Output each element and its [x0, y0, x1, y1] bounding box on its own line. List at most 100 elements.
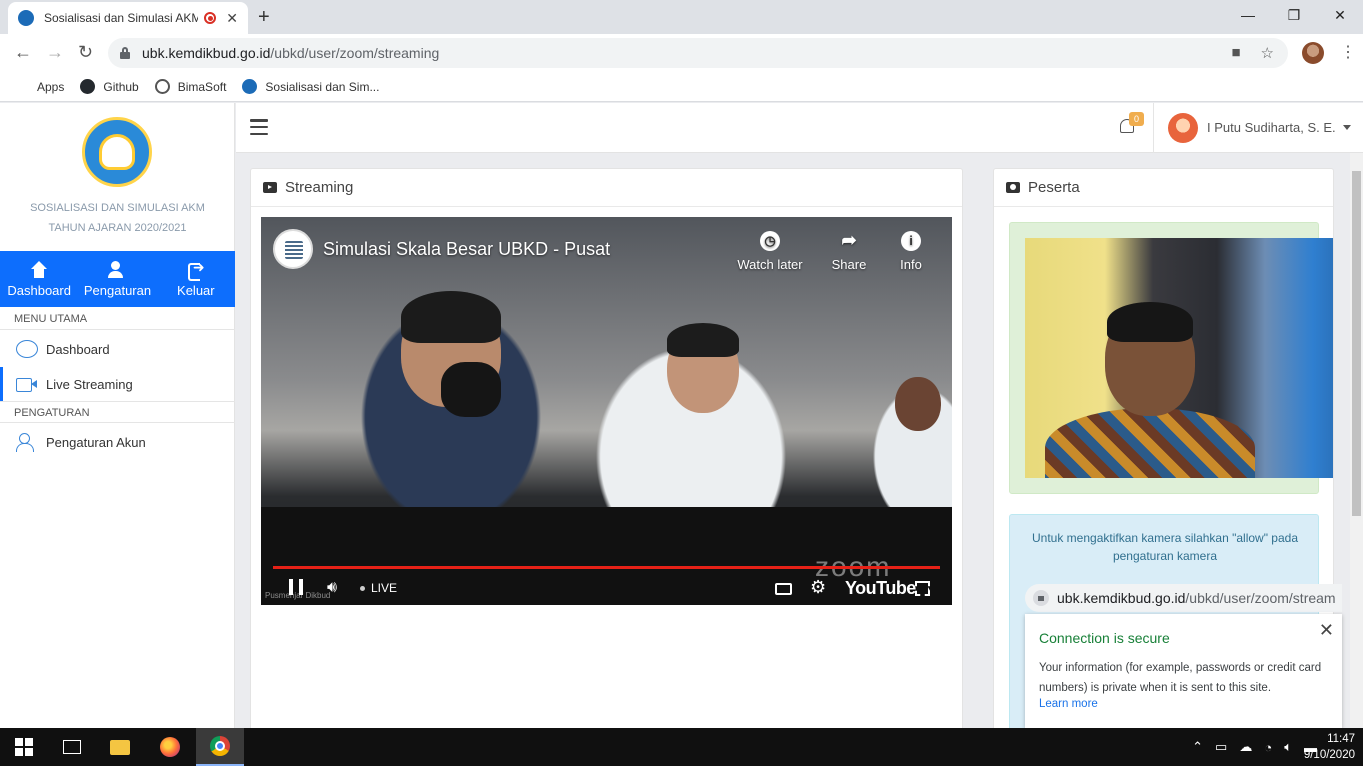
bookmark-apps[interactable]: Apps — [14, 79, 64, 94]
browser-menu-icon[interactable]: ⋮ — [1340, 42, 1356, 62]
chevron-up-icon[interactable]: ⌃ — [1192, 739, 1203, 755]
onedrive-icon[interactable]: ☁ — [1239, 739, 1252, 755]
chevron-down-icon[interactable] — [1343, 125, 1351, 130]
watch-later-button[interactable]: ◷ Watch later — [735, 231, 805, 272]
peserta-card-header: Peserta — [994, 169, 1333, 207]
menu-label: Dashboard — [7, 282, 71, 298]
webcam-video — [1025, 238, 1333, 478]
speaker-icon[interactable]: 🔈︎ — [1284, 739, 1292, 755]
popup-url-host: ubk.kemdikbud.go.id — [1057, 590, 1186, 606]
new-tab-button[interactable]: + — [258, 6, 270, 29]
page-scrollbar[interactable] — [1350, 153, 1363, 728]
video-title[interactable]: Simulasi Skala Besar UBKD - Pusat — [323, 239, 610, 260]
close-window-button[interactable]: ✕ — [1317, 0, 1363, 30]
start-button[interactable] — [0, 728, 48, 766]
browser-tab[interactable]: Sosialisasi dan Simulasi AKM ✕ — [8, 2, 248, 34]
bookmark-sosialisasi[interactable]: Sosialisasi dan Sim... — [242, 79, 379, 94]
section-menu-utama: MENU UTAMA — [0, 308, 235, 330]
kemdikbud-icon — [242, 79, 258, 94]
learn-more-link[interactable]: Learn more — [1039, 698, 1328, 710]
camera-permission-text: Untuk mengaktifkan kamera silahkan "allo… — [1032, 531, 1298, 563]
menu-dashboard-button[interactable]: Dashboard — [0, 251, 78, 307]
lock-icon[interactable] — [120, 47, 130, 59]
url-path: /ubkd/user/zoom/streaming — [270, 45, 440, 61]
bookmark-github[interactable]: Github — [80, 79, 139, 94]
address-bar-row: ← → ↻ ubk.kemdikbud.go.id/ubkd/user/zoom… — [0, 34, 1363, 72]
url-text[interactable]: ubk.kemdikbud.go.id/ubkd/user/zoom/strea… — [142, 45, 439, 61]
fullscreen-icon[interactable] — [915, 581, 930, 596]
profile-avatar[interactable] — [1302, 42, 1324, 64]
windows-logo-icon — [15, 738, 33, 756]
back-arrow-icon[interactable]: ← — [14, 42, 32, 63]
url-host: ubk.kemdikbud.go.id — [142, 45, 271, 61]
clock-icon: ◷ — [760, 231, 780, 251]
webcam-person-body — [1045, 408, 1255, 478]
bookmark-bimasoft[interactable]: BimaSoft — [154, 79, 227, 94]
battery-icon[interactable]: ▭ — [1215, 739, 1227, 755]
file-explorer-button[interactable] — [96, 728, 144, 766]
sidebar-item-dashboard[interactable]: Dashboard — [0, 332, 235, 366]
sidebar-item-pengaturan-akun[interactable]: Pengaturan Akun — [0, 425, 235, 459]
browser-tab-strip: Sosialisasi dan Simulasi AKM ✕ + — ❐ ✕ — [0, 0, 1363, 34]
menu-keluar-button[interactable]: Keluar — [157, 251, 235, 307]
card-title: Streaming — [285, 179, 354, 196]
tab-close-icon[interactable]: ✕ — [226, 10, 238, 27]
channel-avatar-icon[interactable] — [273, 229, 313, 269]
forward-arrow-icon[interactable]: → — [46, 42, 64, 63]
subtitles-icon[interactable] — [775, 583, 792, 595]
popup-url-bar: ubk.kemdikbud.go.id/ubkd/user/zoom/strea… — [1025, 584, 1342, 612]
user-avatar[interactable] — [1168, 113, 1198, 143]
github-icon — [80, 79, 96, 94]
taskbar-clock[interactable]: 11:47 9/10/2020 — [1304, 731, 1355, 763]
camera-in-use-icon[interactable]: ■ — [1231, 44, 1240, 62]
share-icon: ➦ — [841, 230, 857, 250]
home-icon — [29, 260, 49, 279]
notification-badge: 0 — [1129, 112, 1144, 126]
apps-grid-icon — [14, 79, 29, 94]
video-camera-icon — [16, 375, 38, 393]
security-title: Connection is secure — [1039, 630, 1170, 646]
firefox-icon — [160, 737, 180, 757]
omnibox[interactable]: ubk.kemdikbud.go.id/ubkd/user/zoom/strea… — [108, 38, 1288, 68]
clock-date: 9/10/2020 — [1303, 749, 1355, 761]
youtube-logo[interactable]: YouTube — [845, 578, 916, 599]
camera-icon — [1006, 182, 1020, 193]
menu-pengaturan-button[interactable]: Pengaturan — [78, 251, 156, 307]
users-cog-icon — [107, 260, 127, 279]
chrome-button[interactable] — [196, 728, 244, 766]
minimize-button[interactable]: — — [1225, 0, 1271, 30]
recording-indicator-icon — [204, 12, 217, 24]
bookmark-label: BimaSoft — [177, 79, 227, 94]
restore-button[interactable]: ❐ — [1271, 0, 1317, 30]
window-controls: — ❐ ✕ — [1225, 0, 1363, 30]
firefox-button[interactable] — [146, 728, 194, 766]
streaming-card: Streaming Simulasi Skala Besar UBKD - Pu… — [250, 168, 963, 748]
site-security-popup: ✕ Connection is secure Your information … — [1025, 614, 1342, 728]
player-controls: 🔊︎ LIVE ⚙ YouTube — [261, 571, 952, 605]
bookmark-star-icon[interactable]: ☆ — [1261, 44, 1274, 62]
hamburger-menu-icon[interactable] — [250, 119, 268, 135]
sidebar-item-label: Live Streaming — [46, 376, 133, 392]
card-title: Peserta — [1028, 179, 1080, 196]
menu-label: Keluar — [177, 282, 215, 298]
settings-gear-icon[interactable]: ⚙ — [810, 577, 826, 598]
sidebar-item-live-streaming[interactable]: Live Streaming — [0, 367, 235, 401]
live-indicator[interactable]: LIVE — [360, 581, 397, 595]
close-icon[interactable]: ✕ — [1319, 620, 1334, 641]
pause-icon[interactable] — [289, 579, 303, 595]
info-button[interactable]: i Info — [876, 231, 946, 272]
popup-url-path: /ubkd/user/zoom/stream — [1185, 590, 1336, 606]
youtube-player[interactable]: Simulasi Skala Besar UBKD - Pusat ◷ Watc… — [261, 217, 952, 605]
task-view-button[interactable] — [48, 728, 96, 766]
bookmark-label: Github — [103, 79, 139, 94]
scrollbar-thumb[interactable] — [1352, 171, 1361, 516]
bookmark-label: Apps — [37, 79, 65, 94]
lock-icon[interactable] — [1033, 590, 1049, 606]
volume-icon[interactable]: 🔊︎ — [327, 579, 337, 597]
user-name[interactable]: I Putu Sudiharta, S. E. — [1207, 120, 1336, 135]
brand-subtitle: TAHUN AJARAN 2020/2021 — [48, 222, 187, 234]
share-button[interactable]: ➦ Share — [814, 231, 884, 272]
wifi-icon[interactable]: ◔ — [1264, 740, 1272, 755]
reload-icon[interactable]: ↻ — [78, 42, 93, 63]
video-progress-bar[interactable] — [273, 566, 940, 569]
